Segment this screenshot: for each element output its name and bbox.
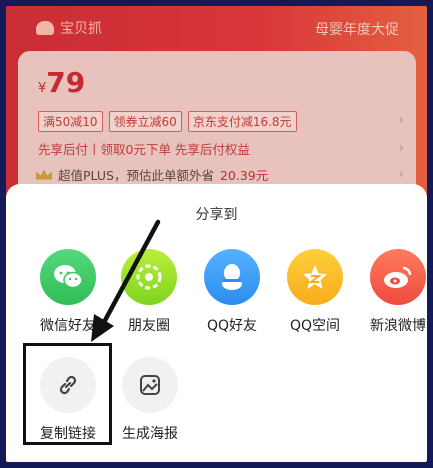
- brand-icon: [36, 21, 54, 35]
- share-label: QQ空间: [289, 318, 341, 334]
- share-sheet-title: 分享到: [195, 207, 238, 223]
- brand-name: 宝贝抓: [60, 21, 102, 37]
- chevron-right-icon[interactable]: ›: [399, 113, 404, 128]
- coupon-tag[interactable]: 京东支付减16.8元: [187, 111, 297, 132]
- plus-savings[interactable]: 超值PLUS，预估此单额外省 20.39元: [36, 165, 268, 184]
- qq-icon: [204, 249, 260, 305]
- share-label: 复制链接: [40, 426, 96, 442]
- promo-title: 母婴年度大促: [315, 22, 399, 38]
- coupon-tag[interactable]: 领券立减60: [108, 111, 182, 132]
- crown-icon: [36, 169, 52, 180]
- share-weibo[interactable]: 新浪微博: [353, 249, 427, 335]
- coupon-row[interactable]: 满50减10 领券立减60 京东支付减16.8元: [38, 111, 297, 132]
- share-copy-link[interactable]: 复制链接: [23, 357, 113, 443]
- app-frame: 宝贝抓 母婴年度大促 ¥79 满50减10 领券立减60 京东支付减16.8元 …: [6, 6, 427, 462]
- share-label: QQ好友: [206, 318, 258, 334]
- weibo-icon: [370, 249, 426, 305]
- share-label: 微信好友: [40, 318, 96, 334]
- moments-icon: [121, 249, 177, 305]
- share-label: 朋友圈: [128, 318, 170, 334]
- share-label: 生成海报: [122, 426, 178, 442]
- price-value: 79: [46, 66, 86, 99]
- share-qzone[interactable]: QQ空间: [270, 249, 360, 335]
- share-create-poster[interactable]: 生成海报: [105, 357, 195, 443]
- price: ¥79: [38, 66, 85, 99]
- plus-amount: 20.39元: [219, 168, 269, 183]
- share-qq-friend[interactable]: QQ好友: [187, 249, 277, 335]
- share-moments[interactable]: 朋友圈: [104, 249, 194, 335]
- coupon-tag[interactable]: 满50减10: [38, 111, 103, 132]
- qzone-icon: [287, 249, 343, 305]
- chevron-right-icon[interactable]: ›: [399, 141, 404, 156]
- brand-logo: 宝贝抓: [36, 18, 102, 38]
- share-wechat-friend[interactable]: 微信好友: [23, 249, 113, 335]
- bnpl-info[interactable]: 先享后付丨领取0元下单 先享后付权益: [38, 139, 250, 158]
- chevron-right-icon[interactable]: ›: [399, 167, 404, 182]
- image-icon: [122, 357, 178, 413]
- link-icon: [40, 357, 96, 413]
- share-label: 新浪微博: [370, 318, 426, 334]
- share-sheet: 分享到 微信好友 朋友圈 QQ好友 QQ空间 新浪微博 复制链接 生成海报: [6, 184, 427, 462]
- wechat-icon: [40, 249, 96, 305]
- price-card: ¥79 满50减10 领券立减60 京东支付减16.8元 › 先享后付丨领取0元…: [18, 51, 416, 201]
- plus-text: 超值PLUS，预估此单额外省: [58, 168, 214, 183]
